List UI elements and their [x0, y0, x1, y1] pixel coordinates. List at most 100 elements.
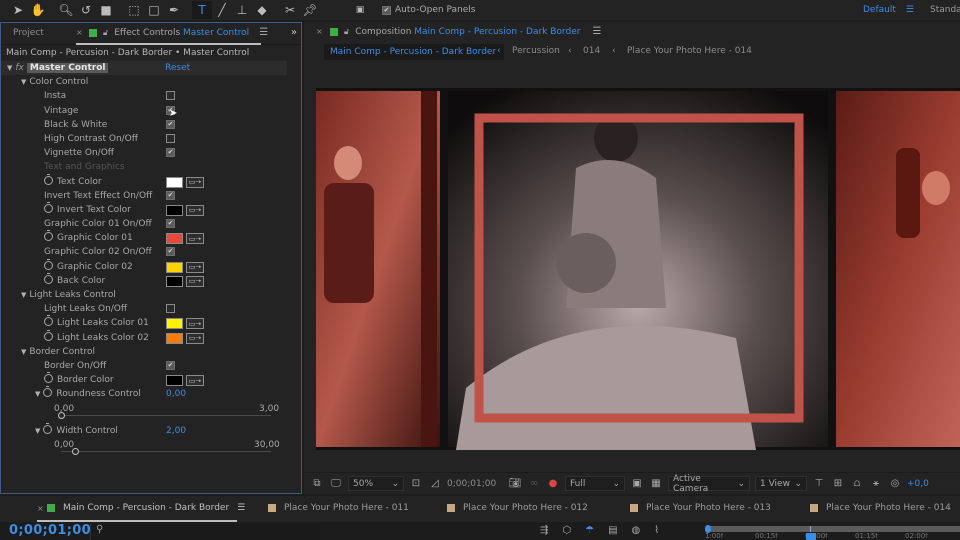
group-light-leaks[interactable]: ▼ Light Leaks Control: [1, 288, 301, 302]
group-border[interactable]: ▼ Border Control: [1, 345, 301, 359]
close-icon[interactable]: ×: [316, 27, 323, 36]
panel-icon[interactable]: ▣: [350, 1, 370, 19]
crumb-percussion[interactable]: Percussion: [512, 46, 560, 56]
selection-tool-icon[interactable]: ➤: [8, 1, 28, 19]
graphic01-color-swatch[interactable]: [166, 233, 183, 245]
border-checkbox[interactable]: ✔: [166, 360, 175, 370]
roundness-slider-knob[interactable]: [58, 411, 65, 419]
panel-menu-icon[interactable]: ☰: [237, 503, 245, 513]
puppet-pin-tool-icon[interactable]: 📌︎: [300, 1, 320, 19]
expand-triangle-icon[interactable]: ▼: [7, 64, 12, 72]
toggle-transparency-icon[interactable]: ▦: [649, 478, 663, 489]
back-color-swatch[interactable]: [166, 275, 183, 287]
composition-viewer[interactable]: [316, 88, 960, 450]
work-area-start-handle[interactable]: [705, 525, 711, 533]
type-tool-icon[interactable]: T: [192, 1, 212, 19]
playhead[interactable]: [806, 533, 816, 540]
workspace-default[interactable]: Default ☰: [863, 0, 914, 20]
eyedropper-icon[interactable]: ▭➝: [186, 261, 204, 273]
stopwatch-icon[interactable]: [44, 329, 53, 341]
work-area-bar[interactable]: [705, 525, 960, 533]
invert-text-effect-checkbox[interactable]: ✔: [166, 190, 175, 200]
region-of-interest-icon[interactable]: ⊡: [409, 478, 423, 489]
lock-icon[interactable]: 🔓︎: [344, 27, 349, 37]
zoom-tool-icon[interactable]: 🔍︎: [56, 1, 76, 19]
eyedropper-icon[interactable]: ▭➝: [186, 332, 204, 344]
workspace-default-label[interactable]: Default: [863, 5, 896, 15]
viewer-timecode[interactable]: 0;00;01;00: [447, 479, 503, 489]
width-value[interactable]: 2,00: [166, 424, 186, 438]
roundness-slider-track[interactable]: [61, 414, 271, 416]
snapshot-icon[interactable]: 📷︎: [508, 478, 522, 489]
stopwatch-icon[interactable]: [44, 201, 53, 213]
crumb-photo-014[interactable]: Place Your Photo Here - 014: [627, 46, 752, 56]
eyedropper-icon[interactable]: ▭➝: [186, 318, 204, 330]
group-color-control[interactable]: ▼ Color Control: [1, 75, 301, 89]
reset-exposure-icon[interactable]: ◎: [888, 478, 902, 489]
view-layout-dropdown[interactable]: 1 View ⌄: [755, 476, 807, 491]
black-white-checkbox[interactable]: ✔: [166, 119, 175, 129]
graphic01-checkbox[interactable]: ✔: [166, 219, 175, 229]
rectangle-tool-icon[interactable]: □: [144, 1, 164, 19]
text-color-swatch[interactable]: [166, 176, 183, 188]
graphic02-checkbox[interactable]: ✔: [166, 247, 175, 257]
show-snapshot-icon[interactable]: ∞: [527, 478, 541, 489]
pan-behind-tool-icon[interactable]: ⬚: [124, 1, 144, 19]
time-ruler[interactable]: 1:00f 00:15f 01:00f 01:15f 02:00f: [705, 533, 960, 540]
stopwatch-icon[interactable]: [44, 372, 53, 384]
draft-3d-icon[interactable]: ⬡: [562, 525, 571, 536]
stopwatch-icon[interactable]: [44, 230, 53, 242]
roto-brush-tool-icon[interactable]: ✂: [280, 1, 300, 19]
timeline-icon[interactable]: ⩍: [850, 478, 864, 489]
width-slider-track[interactable]: [61, 450, 271, 452]
workspace-menu-icon[interactable]: ☰: [906, 5, 914, 15]
close-icon[interactable]: ×: [37, 504, 44, 513]
eyedropper-icon[interactable]: ▭➝: [186, 375, 204, 387]
auto-open-panels[interactable]: ✔ Auto-Open Panels: [382, 5, 475, 15]
fast-previews-icon[interactable]: ⊞: [831, 478, 845, 489]
camera-dropdown[interactable]: Active Camera ⌄: [668, 474, 750, 494]
crumb-main-comp[interactable]: Main Comp - Percusion - Dark Border: [324, 44, 504, 60]
width-slider-knob[interactable]: [72, 447, 79, 455]
invert-text-color-swatch[interactable]: [166, 204, 183, 216]
expand-triangle-icon[interactable]: ▼: [35, 427, 40, 435]
timeline-tab[interactable]: Place Your Photo Here - 014: [810, 503, 951, 513]
stopwatch-icon[interactable]: [44, 315, 53, 327]
workspace-standard[interactable]: Standa: [930, 0, 960, 20]
stopwatch-icon[interactable]: [44, 173, 53, 185]
current-timecode[interactable]: 0;00;01;00: [9, 523, 91, 538]
transparency-grid-icon[interactable]: ◿: [428, 478, 442, 489]
tab-project[interactable]: Project: [13, 28, 44, 38]
stopwatch-icon[interactable]: [44, 272, 53, 284]
eyedropper-icon[interactable]: ▭➝: [186, 233, 204, 245]
color-channels-icon[interactable]: ●: [546, 478, 560, 489]
timeline-search-field[interactable]: ⚲: [90, 524, 320, 540]
panel-menu-icon[interactable]: ☰: [259, 27, 268, 38]
fast-preview-icon[interactable]: ▣: [630, 478, 644, 489]
magnification-dropdown[interactable]: 50% ⌄: [348, 476, 404, 491]
stopwatch-icon[interactable]: [44, 258, 53, 270]
clone-stamp-tool-icon[interactable]: ⊥: [232, 1, 252, 19]
rotate-tool-icon[interactable]: ↺: [76, 1, 96, 19]
expand-triangle-icon[interactable]: ▼: [21, 291, 26, 299]
light-leaks-checkbox[interactable]: [166, 304, 175, 314]
always-preview-icon[interactable]: ⧉: [310, 478, 324, 489]
comp-flowchart-icon[interactable]: ⇶: [540, 525, 548, 536]
motion-blur-icon[interactable]: ◍: [632, 525, 641, 536]
camera-tool-icon[interactable]: ■: [96, 1, 116, 19]
ll-color02-swatch[interactable]: [166, 332, 183, 344]
exposure-value[interactable]: +0,0: [907, 479, 929, 489]
auto-open-checkbox[interactable]: ✔: [382, 5, 391, 15]
effect-header[interactable]: ▼ fx Master Control Reset: [1, 61, 287, 76]
shy-layers-icon[interactable]: ☂: [585, 525, 594, 536]
timeline-tab[interactable]: Main Comp - Percusion - Dark Border ☰: [47, 503, 245, 513]
eyedropper-icon[interactable]: ▭➝: [186, 275, 204, 287]
lock-icon[interactable]: 🔓︎: [103, 28, 108, 38]
expand-triangle-icon[interactable]: ▼: [21, 78, 26, 86]
more-panels-icon[interactable]: »: [291, 27, 297, 38]
brush-tool-icon[interactable]: ╱: [212, 1, 232, 19]
pen-tool-icon[interactable]: ✒: [164, 1, 184, 19]
panel-menu-icon[interactable]: ☰: [592, 26, 601, 37]
timeline-tab[interactable]: Place Your Photo Here - 013: [630, 503, 771, 513]
toggle-pixel-aspect-icon[interactable]: ⊤: [812, 478, 826, 489]
